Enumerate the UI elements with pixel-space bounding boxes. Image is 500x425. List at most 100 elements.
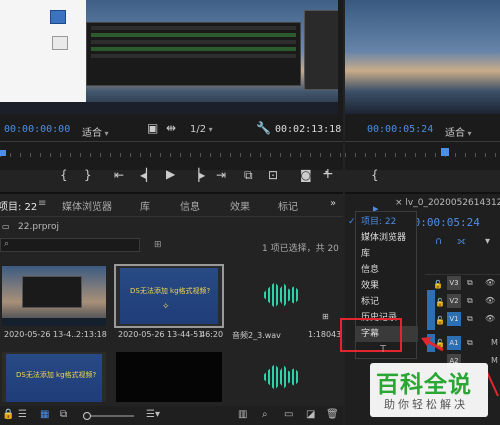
program-playhead[interactable] — [441, 148, 449, 156]
menu-item-markers[interactable]: 标记 — [356, 294, 418, 310]
eye-icon-3[interactable]: 👁 — [485, 314, 495, 323]
toggle-output-icon-1[interactable]: ⧉ — [467, 278, 473, 288]
clip-thumbnail-4[interactable]: DS无法添加 kg格式视频? — [2, 352, 106, 402]
clip-thumbnail-2[interactable]: DS无法添加 kg格式视频? ✧ — [114, 264, 224, 328]
search-input[interactable]: ⌕ — [0, 238, 140, 252]
audio-badge-icon: ⊞ — [322, 312, 329, 321]
program-fit-dropdown[interactable]: 适合 — [445, 124, 472, 139]
source-ruler[interactable] — [0, 141, 343, 157]
source-resolution-dropdown[interactable]: 1/2 — [190, 124, 213, 135]
project-panel: 项目: 22 ≡ 媒体浏览器 库 信息 效果 标记 » ▭ 22.prproj … — [0, 192, 343, 425]
tab-media-browser[interactable]: 媒体浏览器 — [62, 198, 112, 213]
new-bin-bottom-icon[interactable]: ▭ — [284, 409, 293, 420]
source-timecode-in[interactable]: 00:00:00:00 — [4, 124, 70, 135]
clip-thumbnail-5[interactable] — [116, 352, 222, 402]
source-transport: { } ⇤ ◂▏ ▶ ▕▸ ⇥ ⧉ ⊡ ◙ + — [0, 164, 343, 188]
menu-item-info[interactable]: 信息 — [356, 262, 418, 278]
go-to-out-icon[interactable]: ⇥ — [216, 168, 226, 182]
mark-out-icon[interactable]: } — [84, 168, 92, 182]
wrench-icon[interactable]: 🔧 — [256, 121, 271, 135]
overflow-chevron-icon[interactable]: » — [330, 198, 336, 209]
track-v2[interactable]: V2 — [447, 294, 461, 308]
type-tool-mini-icon: T — [380, 344, 387, 355]
program-ruler[interactable] — [345, 141, 500, 157]
tab-info[interactable]: 信息 — [180, 198, 200, 213]
add-button-icon[interactable]: + — [322, 166, 334, 182]
highlight-box — [340, 318, 402, 352]
premiere-window: 00:00:00:00 适合 ▣ ⇹ 1/2 🔧 00:02:13:18 • {… — [0, 0, 500, 425]
automate-icon[interactable]: ▥ — [238, 409, 247, 420]
program-mark-in-icon[interactable]: { — [371, 168, 379, 182]
lock-track-icon-2[interactable]: 🔓 — [435, 298, 445, 307]
tab-libraries[interactable]: 库 — [140, 198, 150, 213]
mute-a1[interactable]: M — [491, 338, 498, 347]
icon-view-icon[interactable]: ▦ — [40, 409, 49, 420]
audio-waveform-icon-2 — [264, 364, 300, 390]
marker-icon[interactable]: ▾ — [485, 236, 490, 247]
inner-app-panel — [304, 10, 338, 90]
desktop-taskbar — [0, 102, 338, 114]
step-forward-icon[interactable]: ▕▸ — [190, 168, 205, 182]
lock-track-icon-1[interactable]: 🔓 — [433, 280, 443, 289]
inner-app-window — [86, 22, 301, 86]
desktop-icon — [50, 10, 66, 24]
insert-icon[interactable]: ⧉ — [244, 168, 253, 183]
toggle-output-icon-3[interactable]: ⧉ — [467, 314, 473, 324]
project-bottom-toolbar: 🔒 ☰ ▦ ⧉ ☰▾ ▥ ⌕ ▭ ◪ 🗑 — [0, 406, 343, 425]
menu-item-project[interactable]: ✓ 项目: 22 — [348, 214, 418, 230]
source-playhead[interactable] — [0, 150, 6, 156]
clip-duration-3: 1:18043 — [308, 330, 342, 339]
snap-icon[interactable]: ∩ — [435, 236, 442, 247]
go-to-in-icon[interactable]: ⇤ — [114, 168, 124, 182]
new-item-icon[interactable]: ◪ — [306, 409, 315, 420]
linked-selection-icon[interactable]: ⟗ — [457, 236, 466, 247]
step-back-icon[interactable]: ◂▏ — [140, 168, 155, 182]
watermark-title: 百科全说 — [376, 372, 472, 398]
watermark-subtitle: 助你轻松解决 — [384, 398, 468, 411]
list-view-icon[interactable]: ☰ — [18, 409, 27, 420]
play-icon[interactable]: ▶ — [166, 167, 175, 181]
export-frame-icon[interactable]: ◙ — [300, 168, 312, 182]
clip-thumbnail-1[interactable] — [2, 266, 106, 326]
panel-menu-icon[interactable]: ≡ — [38, 198, 46, 209]
lock-icon[interactable]: 🔒 — [2, 409, 14, 420]
mute-a2[interactable]: M — [491, 356, 498, 365]
safe-margins-icon[interactable]: ▣ — [147, 121, 158, 135]
folder-icon: ▭ — [2, 222, 10, 231]
zoom-slider[interactable] — [83, 412, 134, 420]
document-icon — [52, 36, 68, 50]
source-fit-dropdown[interactable]: 适合 — [82, 124, 109, 139]
trim-icon[interactable]: ⇹ — [166, 121, 176, 135]
menu-item-media-browser[interactable]: 媒体浏览器 — [356, 230, 418, 246]
clip-thumbnail-3[interactable]: ⊞ — [228, 266, 334, 326]
menu-item-libraries[interactable]: 库 — [356, 246, 418, 262]
track-a1[interactable]: A1 — [447, 336, 461, 350]
trash-icon[interactable]: 🗑 — [326, 409, 339, 420]
menu-item-effects[interactable]: 效果 — [356, 278, 418, 294]
track-target-v[interactable] — [427, 290, 435, 330]
mark-in-icon[interactable]: { — [60, 168, 68, 182]
program-timecode[interactable]: 00:00:05:24 — [367, 124, 433, 135]
sync-lock-icon-1[interactable]: ⧉ — [467, 338, 473, 348]
new-bin-icon[interactable]: ⊞ — [154, 240, 162, 250]
find-icon[interactable]: ⌕ — [262, 409, 268, 420]
track-v3[interactable]: V3 — [447, 276, 461, 290]
tab-markers[interactable]: 标记 — [278, 198, 298, 213]
clip-thumbnail-6[interactable] — [228, 352, 334, 402]
zoom-slider-handle[interactable] — [83, 412, 91, 420]
eye-icon-2[interactable]: 👁 — [485, 296, 495, 305]
sort-icon[interactable]: ☰▾ — [146, 409, 160, 420]
sequence-tab[interactable]: × lv_0_20200526143128 — [395, 198, 500, 208]
overwrite-icon[interactable]: ⊡ — [268, 168, 278, 182]
clip-duration-1: 2:13:18 — [76, 330, 107, 339]
lock-track-icon-3[interactable]: 🔓 — [435, 316, 445, 325]
thumb-caption: DS无法添加 kg格式视频? — [130, 287, 211, 295]
clip-name-1: 2020-05-26 13-4... — [4, 330, 79, 339]
desktop-icons-area — [0, 0, 86, 114]
toggle-output-icon-2[interactable]: ⧉ — [467, 296, 473, 306]
tab-effects[interactable]: 效果 — [230, 198, 250, 213]
freeform-view-icon[interactable]: ⧉ — [60, 409, 67, 420]
track-v1[interactable]: V1 — [447, 312, 461, 326]
eye-icon-1[interactable]: 👁 — [485, 278, 495, 287]
tab-project[interactable]: 项目: 22 — [0, 198, 37, 213]
